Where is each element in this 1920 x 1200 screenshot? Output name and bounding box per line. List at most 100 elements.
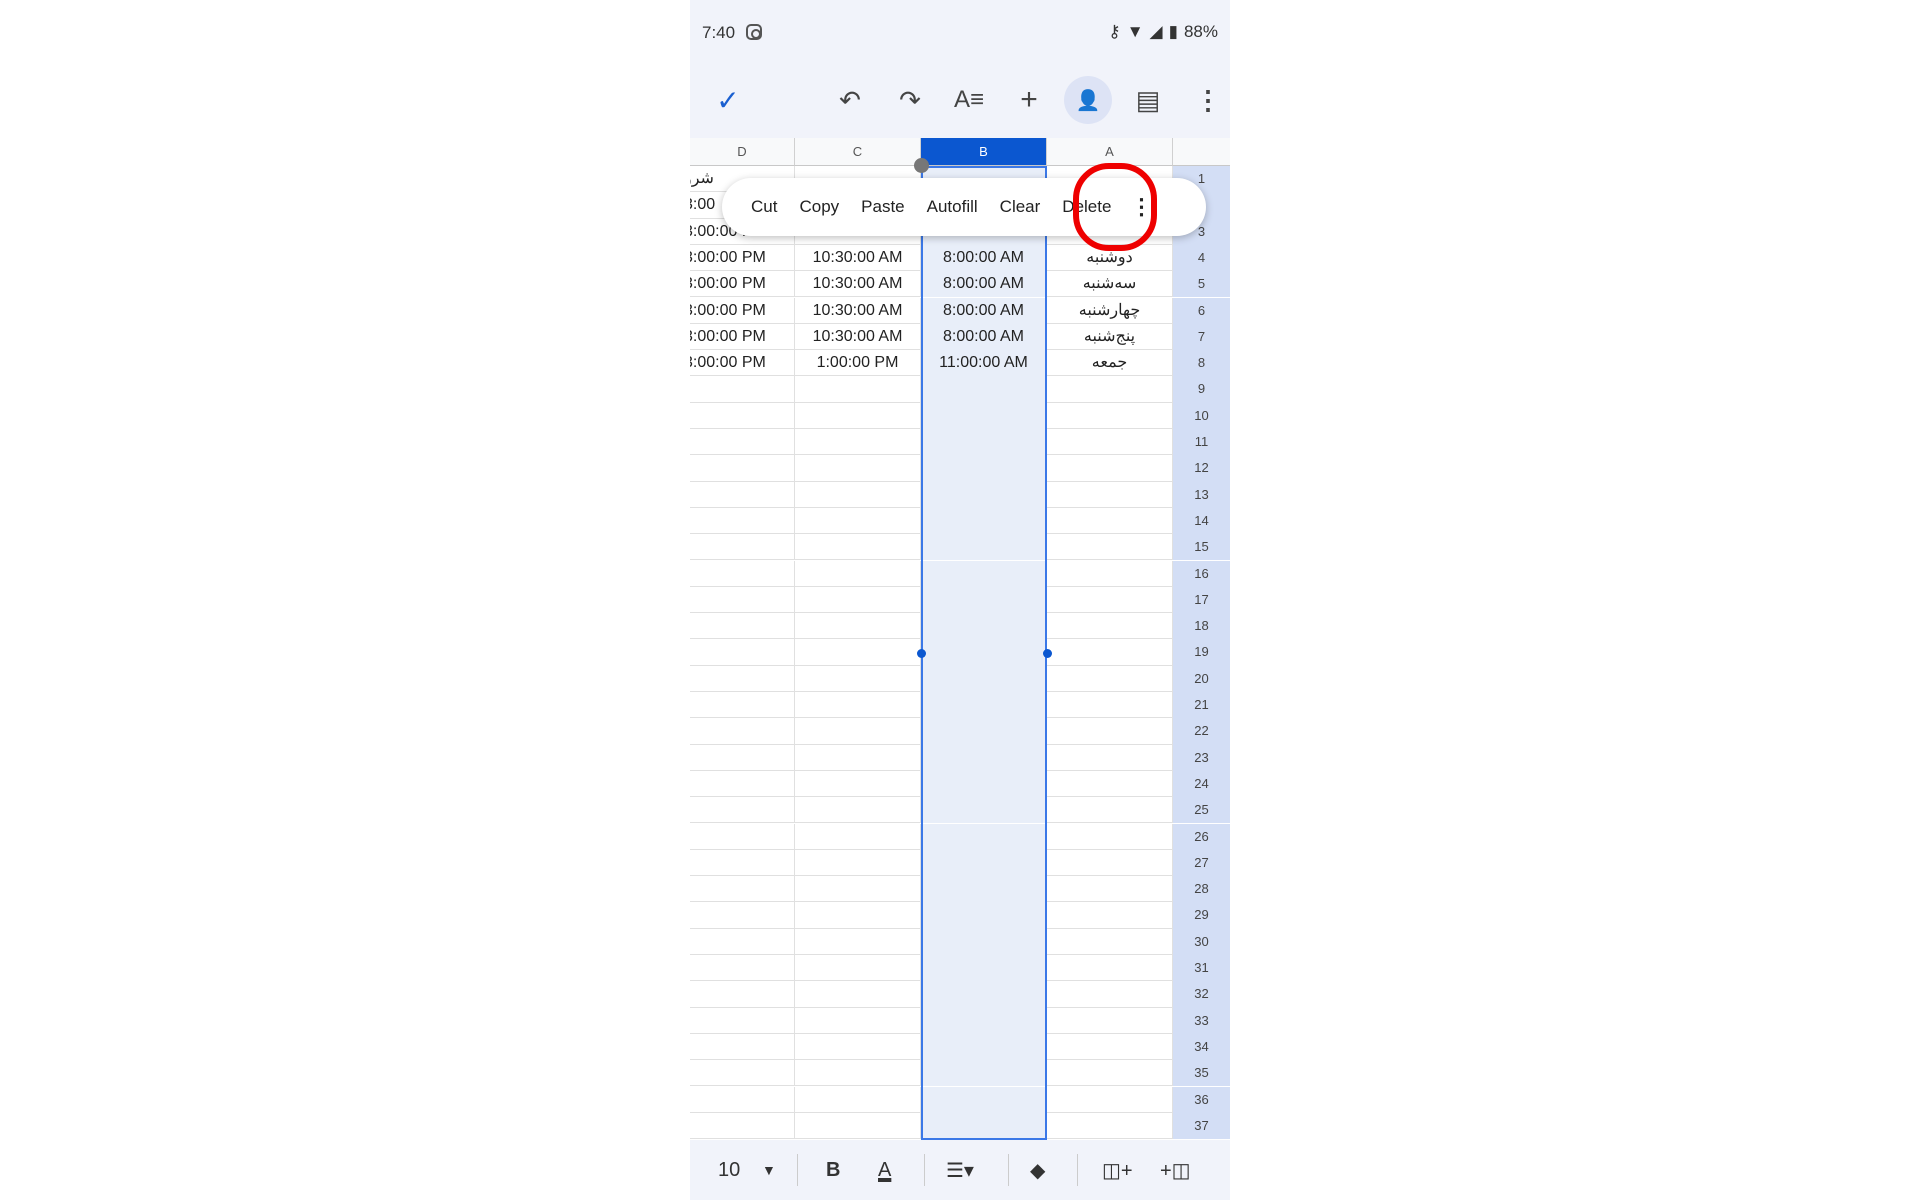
cell-b33[interactable] (921, 1007, 1047, 1034)
cell-b31[interactable] (921, 955, 1047, 982)
cell-c7[interactable]: 10:30:00 AM (795, 323, 921, 351)
row-header[interactable]: 20 (1173, 665, 1230, 692)
cell-b29[interactable] (921, 902, 1047, 929)
cell-b37[interactable] (921, 1112, 1047, 1140)
row-header[interactable]: 13 (1173, 481, 1230, 508)
cell-b6[interactable]: 8:00:00 AM (921, 297, 1047, 324)
cell-b10[interactable] (921, 402, 1047, 429)
row-header[interactable]: 16 (1173, 560, 1230, 587)
cell-d13[interactable] (690, 481, 795, 508)
dropdown-icon[interactable]: ▼ (762, 1154, 776, 1186)
column-header-d[interactable]: D (690, 138, 795, 166)
cell-b27[interactable] (921, 849, 1047, 877)
row-header[interactable]: 31 (1173, 955, 1230, 982)
cell-c16[interactable] (795, 560, 921, 587)
cell-a20[interactable] (1047, 665, 1173, 692)
cell-a37[interactable] (1047, 1112, 1173, 1140)
cell-c28[interactable] (795, 876, 921, 903)
cell-b13[interactable] (921, 481, 1047, 508)
cell-d23[interactable] (690, 744, 795, 771)
cell-a13[interactable] (1047, 481, 1173, 508)
cell-c19[interactable] (795, 639, 921, 666)
cell-b8[interactable]: 11:00:00 AM (921, 350, 1047, 377)
cell-a9[interactable] (1047, 376, 1173, 403)
row-header[interactable]: 30 (1173, 928, 1230, 955)
row-header[interactable]: 12 (1173, 455, 1230, 482)
cell-c8[interactable]: 1:00:00 PM (795, 350, 921, 377)
cell-b15[interactable] (921, 534, 1047, 561)
row-header[interactable]: 28 (1173, 876, 1230, 903)
cell-a24[interactable] (1047, 770, 1173, 798)
cell-c10[interactable] (795, 402, 921, 429)
cell-c34[interactable] (795, 1033, 921, 1061)
row-header[interactable]: 10 (1173, 402, 1230, 429)
cell-c12[interactable] (795, 455, 921, 482)
row-header[interactable]: 23 (1173, 744, 1230, 771)
cell-d7[interactable]: 3:00:00 PM (690, 323, 795, 351)
row-header[interactable]: 7 (1173, 323, 1230, 351)
cell-c5[interactable]: 10:30:00 AM (795, 271, 921, 298)
cell-d21[interactable] (690, 692, 795, 719)
cell-c11[interactable] (795, 429, 921, 456)
cell-c22[interactable] (795, 718, 921, 745)
cell-b14[interactable] (921, 507, 1047, 535)
cell-a33[interactable] (1047, 1007, 1173, 1034)
cell-b11[interactable] (921, 429, 1047, 456)
cell-d11[interactable] (690, 429, 795, 456)
cell-a11[interactable] (1047, 429, 1173, 456)
row-header[interactable]: 35 (1173, 1060, 1230, 1087)
more-vert-icon[interactable]: ⋮ (1130, 194, 1152, 220)
cell-d8[interactable]: 3:00:00 PM (690, 350, 795, 377)
cell-b32[interactable] (921, 981, 1047, 1008)
cell-b25[interactable] (921, 797, 1047, 824)
row-header[interactable]: 22 (1173, 718, 1230, 745)
cell-c15[interactable] (795, 534, 921, 561)
cell-a29[interactable] (1047, 902, 1173, 929)
menu-item-cut[interactable]: Cut (740, 197, 788, 217)
cell-c36[interactable] (795, 1086, 921, 1113)
cell-a26[interactable] (1047, 823, 1173, 850)
cell-a22[interactable] (1047, 718, 1173, 745)
redo-icon[interactable]: ↷ (886, 76, 934, 124)
cell-a34[interactable] (1047, 1033, 1173, 1061)
column-header-b[interactable]: B (921, 138, 1047, 166)
row-header[interactable]: 14 (1173, 507, 1230, 535)
cell-b18[interactable] (921, 613, 1047, 640)
cell-c6[interactable]: 10:30:00 AM (795, 297, 921, 324)
cell-c35[interactable] (795, 1060, 921, 1087)
cell-d32[interactable] (690, 981, 795, 1008)
cell-d28[interactable] (690, 876, 795, 903)
menu-item-copy[interactable]: Copy (788, 197, 850, 217)
cell-b5[interactable]: 8:00:00 AM (921, 271, 1047, 298)
cell-d27[interactable] (690, 849, 795, 877)
row-header[interactable]: 8 (1173, 350, 1230, 377)
row-header[interactable]: 11 (1173, 429, 1230, 456)
cell-a18[interactable] (1047, 613, 1173, 640)
cell-b30[interactable] (921, 928, 1047, 955)
cell-d10[interactable] (690, 402, 795, 429)
row-header[interactable]: 21 (1173, 692, 1230, 719)
cell-a17[interactable] (1047, 586, 1173, 614)
cell-b12[interactable] (921, 455, 1047, 482)
cell-d35[interactable] (690, 1060, 795, 1087)
cell-a10[interactable] (1047, 402, 1173, 429)
cell-a8[interactable]: جمعه (1047, 350, 1173, 377)
row-header[interactable]: 32 (1173, 981, 1230, 1008)
check-icon[interactable]: ✓ (704, 76, 752, 124)
selection-handle-left[interactable] (917, 649, 926, 658)
cell-b9[interactable] (921, 376, 1047, 403)
text-color-icon[interactable]: A (878, 1154, 891, 1186)
align-icon[interactable]: ☰▾ (946, 1154, 974, 1186)
cell-c20[interactable] (795, 665, 921, 692)
column-header-a[interactable]: A (1047, 138, 1173, 166)
row-header[interactable]: 26 (1173, 823, 1230, 850)
cell-d37[interactable] (690, 1112, 795, 1140)
row-header[interactable]: 15 (1173, 534, 1230, 561)
cell-d25[interactable] (690, 797, 795, 824)
cell-d36[interactable] (690, 1086, 795, 1113)
cell-c9[interactable] (795, 376, 921, 403)
row-header[interactable]: 17 (1173, 586, 1230, 614)
menu-item-delete[interactable]: Delete (1051, 197, 1122, 217)
cell-d26[interactable] (690, 823, 795, 850)
cell-b24[interactable] (921, 770, 1047, 798)
